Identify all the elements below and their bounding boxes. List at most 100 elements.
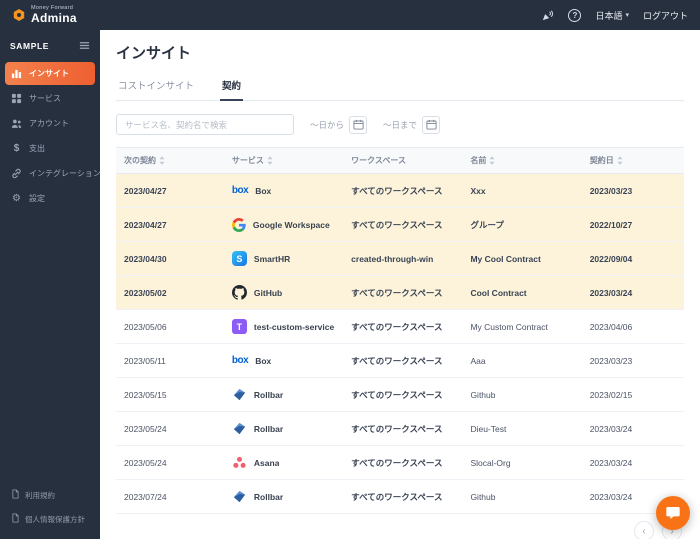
service-name: Rollbar	[254, 390, 283, 400]
cell-contract-date: 2023/03/24	[582, 446, 684, 480]
cell-contract-date: 2023/03/24	[582, 412, 684, 446]
cell-workspace: すべてのワークスペース	[343, 310, 462, 344]
privacy-policy-link[interactable]: 個人情報保護方針	[0, 507, 100, 531]
table-row[interactable]: 2023/05/11 boxBox すべてのワークスペース Aaa 2023/0…	[116, 344, 684, 378]
workspace-name: SAMPLE	[10, 41, 49, 51]
terms-of-service-link[interactable]: 利用規約	[0, 483, 100, 507]
service-name: Box	[255, 356, 271, 366]
cell-next-contract: 2023/07/24	[116, 480, 224, 514]
top-bar: Money Forward Admina ? 日本語 ▾ ログアウト	[0, 0, 700, 30]
date-to-picker[interactable]: 〜日まで	[383, 116, 440, 134]
cell-contract-date: 2023/03/24	[582, 276, 684, 310]
tab-bar: コストインサイト 契約	[116, 74, 684, 101]
document-icon	[11, 489, 20, 501]
cell-name: Slocal-Org	[462, 446, 581, 480]
calendar-icon[interactable]	[422, 116, 440, 134]
integrations-link-icon	[11, 168, 22, 179]
table-row[interactable]: 2023/05/24 Asana すべてのワークスペース Slocal-Org …	[116, 446, 684, 480]
cell-contract-date: 2023/03/23	[582, 174, 684, 208]
tab-contracts[interactable]: 契約	[220, 74, 243, 101]
contracts-table: 次の契約 サービス ワークスペース 名前 契約日 2023/04/27 boxB…	[116, 147, 684, 539]
chevron-down-icon: ▾	[625, 11, 629, 19]
service-name: SmartHR	[254, 254, 290, 264]
insights-bar-chart-icon	[11, 68, 22, 79]
cell-name: Github	[462, 480, 581, 514]
sidebar-item-accounts[interactable]: アカウント	[5, 112, 95, 135]
table-row[interactable]: 2023/05/15 Rollbar すべてのワークスペース Github 20…	[116, 378, 684, 412]
language-selector[interactable]: 日本語 ▾	[595, 9, 629, 22]
cell-workspace: すべてのワークスペース	[343, 276, 462, 310]
brand-product: Admina	[31, 12, 77, 24]
admina-logo-icon	[12, 8, 26, 22]
sidebar-item-settings[interactable]: ⚙ 設定	[5, 187, 95, 210]
rollbar-icon	[232, 489, 247, 504]
cell-next-contract: 2023/05/06	[116, 310, 224, 344]
date-from-picker[interactable]: 〜日から	[310, 116, 367, 134]
cell-workspace: すべてのワークスペース	[343, 344, 462, 378]
github-icon	[232, 285, 247, 300]
footer-link-label: 個人情報保護方針	[25, 514, 85, 525]
sort-icon	[159, 156, 165, 165]
announcements-icon[interactable]	[541, 9, 554, 22]
cell-next-contract: 2023/04/27	[116, 174, 224, 208]
table-row[interactable]: 2023/07/24 Rollbar すべてのワークスペース Github 20…	[116, 480, 684, 514]
sidebar-item-services[interactable]: サービス	[5, 87, 95, 110]
cell-contract-date: 2022/09/04	[582, 242, 684, 276]
help-icon[interactable]: ?	[568, 9, 581, 22]
sidebar-item-insights[interactable]: インサイト	[5, 62, 95, 85]
table-row[interactable]: 2023/04/30 SSmartHR created-through-win …	[116, 242, 684, 276]
chat-widget-button[interactable]	[656, 496, 690, 530]
cell-next-contract: 2023/05/15	[116, 378, 224, 412]
table-row[interactable]: 2023/05/02 GitHub すべてのワークスペース Cool Contr…	[116, 276, 684, 310]
sidebar-item-label: アカウント	[29, 118, 69, 129]
logout-button[interactable]: ログアウト	[643, 9, 688, 22]
box-icon: box	[232, 355, 248, 366]
cell-next-contract: 2023/05/02	[116, 276, 224, 310]
service-name: test-custom-service	[254, 322, 334, 332]
cell-name: My Cool Contract	[462, 242, 581, 276]
cell-workspace: すべてのワークスペース	[343, 446, 462, 480]
calendar-icon[interactable]	[349, 116, 367, 134]
brand-logo[interactable]: Money Forward Admina	[12, 6, 77, 25]
cell-name: Dieu-Test	[462, 412, 581, 446]
sidebar-item-integrations[interactable]: インテグレーション	[5, 162, 95, 185]
service-name: Rollbar	[254, 492, 283, 502]
table-row[interactable]: 2023/05/06 Ttest-custom-service すべてのワークス…	[116, 310, 684, 344]
table-row[interactable]: 2023/04/27 boxBox すべてのワークスペース Xxx 2023/0…	[116, 174, 684, 208]
column-header-name[interactable]: 名前	[462, 148, 581, 174]
cell-name: My Custom Contract	[462, 310, 581, 344]
date-from-label: 〜日から	[310, 119, 344, 131]
smarthr-icon: S	[232, 251, 247, 266]
column-header-contract-date[interactable]: 契約日	[582, 148, 684, 174]
column-header-workspace[interactable]: ワークスペース	[343, 148, 462, 174]
search-input[interactable]	[116, 114, 294, 135]
sidebar-item-label: 設定	[29, 193, 45, 204]
help-glyph: ?	[573, 11, 578, 20]
table-row[interactable]: 2023/05/24 Rollbar すべてのワークスペース Dieu-Test…	[116, 412, 684, 446]
cell-contract-date: 2023/02/15	[582, 378, 684, 412]
tab-cost-insights[interactable]: コストインサイト	[116, 74, 196, 100]
sort-icon	[489, 156, 495, 165]
rollbar-icon	[232, 387, 247, 402]
cell-name: Aaa	[462, 344, 581, 378]
cell-next-contract: 2023/05/24	[116, 412, 224, 446]
google-workspace-icon	[232, 218, 246, 232]
services-grid-icon	[11, 93, 22, 104]
cell-workspace: すべてのワークスペース	[343, 208, 462, 242]
table-row[interactable]: 2023/04/27 Google Workspace すべてのワークスペース …	[116, 208, 684, 242]
column-header-service[interactable]: サービス	[224, 148, 343, 174]
page-title: インサイト	[116, 42, 684, 63]
sidebar-item-spend[interactable]: $ 支出	[5, 137, 95, 160]
spend-dollar-icon: $	[11, 144, 22, 154]
cell-contract-date: 2022/10/27	[582, 208, 684, 242]
pagination-prev-button[interactable]: ‹	[634, 521, 654, 539]
cell-contract-date: 2023/03/23	[582, 344, 684, 378]
main-content: インサイト コストインサイト 契約 〜日から 〜日まで	[100, 30, 700, 539]
collapse-sidebar-icon[interactable]	[79, 40, 90, 51]
cell-name: Xxx	[462, 174, 581, 208]
cell-name: グループ	[462, 208, 581, 242]
sidebar: SAMPLE インサイト サービス アカウ	[0, 30, 100, 539]
date-to-label: 〜日まで	[383, 119, 417, 131]
column-header-next-contract[interactable]: 次の契約	[116, 148, 224, 174]
admina-app: Money Forward Admina ? 日本語 ▾ ログアウト SAMPL…	[0, 0, 700, 539]
